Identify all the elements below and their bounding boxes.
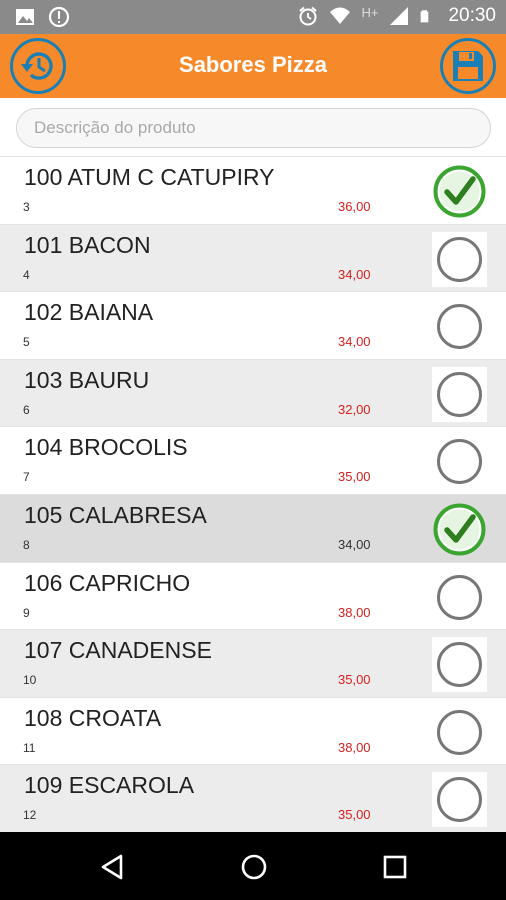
item-price: 38,00 [338, 604, 371, 620]
item-code: 10 [23, 673, 37, 688]
item-price: 38,00 [338, 739, 371, 755]
list-item[interactable]: 104 BROCOLIS 7 35,00 [0, 426, 506, 494]
item-checkbox[interactable] [432, 502, 487, 557]
circle-icon [437, 304, 482, 350]
item-name: 102 BAIANA [24, 299, 154, 326]
alarm-icon [299, 6, 318, 26]
item-checkbox[interactable] [432, 434, 487, 490]
list-item[interactable]: 102 BAIANA 5 34,00 [0, 291, 506, 359]
network-type: H+ [361, 4, 379, 20]
item-code: 11 [23, 740, 36, 755]
item-price: 34,00 [338, 266, 371, 282]
app-bar: Sabores Pizza [0, 34, 506, 98]
item-code: 9 [23, 605, 30, 620]
item-name: 103 BAURU [24, 366, 150, 393]
item-name: 101 BACON [24, 231, 151, 258]
recents-icon[interactable] [380, 852, 410, 882]
search-bar [0, 98, 506, 156]
circle-icon [437, 236, 482, 282]
circle-icon [437, 371, 482, 417]
circle-icon [437, 709, 482, 755]
item-price: 34,00 [338, 334, 371, 350]
status-bar: H+ 20:30 [0, 0, 506, 34]
item-checkbox[interactable] [432, 637, 487, 693]
list-item[interactable]: 101 BACON 4 34,00 [0, 223, 506, 292]
back-icon[interactable] [97, 852, 127, 882]
item-code: 7 [23, 470, 30, 485]
list-item[interactable]: 109 ESCAROLA 12 35,00 [0, 764, 506, 832]
circle-icon [437, 777, 482, 823]
item-checkbox[interactable] [432, 299, 487, 355]
check-icon [433, 165, 486, 218]
list-item[interactable]: 105 CALABRESA 8 34,00 [0, 493, 506, 562]
item-code: 12 [23, 808, 37, 823]
list-item[interactable]: 103 BAURU 6 32,00 [0, 358, 506, 427]
navigation-bar [0, 832, 506, 900]
item-price: 35,00 [338, 807, 371, 823]
circle-icon [437, 642, 482, 688]
clock: 20:30 [448, 5, 496, 26]
list-item[interactable]: 100 ATUM C CATUPIRY 3 36,00 [0, 156, 506, 224]
list-item[interactable]: 106 CAPRICHO 9 38,00 [0, 561, 506, 630]
item-checkbox[interactable] [432, 366, 487, 422]
item-code: 8 [23, 537, 30, 552]
item-price: 36,00 [338, 199, 371, 214]
search-input[interactable] [16, 108, 491, 148]
item-price: 35,00 [338, 672, 371, 688]
wifi-icon [330, 7, 351, 24]
image-icon [16, 9, 34, 25]
home-icon[interactable] [239, 852, 269, 882]
item-name: 108 CROATA [24, 704, 162, 731]
item-checkbox[interactable] [432, 704, 487, 760]
product-list: 100 ATUM C CATUPIRY 3 36,00 101 BACON 4 … [0, 156, 506, 832]
alert-icon [48, 6, 70, 28]
save-button[interactable] [440, 38, 496, 94]
item-checkbox[interactable] [432, 231, 487, 287]
list-item[interactable]: 108 CROATA 11 38,00 [0, 696, 506, 765]
item-price: 32,00 [338, 401, 371, 417]
item-checkbox[interactable] [432, 164, 487, 219]
item-code: 6 [23, 402, 30, 417]
item-checkbox[interactable] [432, 569, 487, 625]
item-checkbox[interactable] [432, 772, 487, 828]
item-name: 100 ATUM C CATUPIRY [24, 164, 275, 190]
item-code: 3 [23, 200, 30, 214]
battery-icon [421, 10, 429, 23]
item-name: 104 BROCOLIS [24, 434, 188, 461]
item-price: 34,00 [338, 536, 371, 552]
circle-icon [437, 439, 482, 485]
item-code: 4 [23, 267, 30, 282]
item-name: 109 ESCAROLA [24, 772, 195, 799]
list-item[interactable]: 107 CANADENSE 10 35,00 [0, 629, 506, 697]
item-name: 107 CANADENSE [24, 637, 212, 664]
item-name: 106 CAPRICHO [24, 569, 191, 596]
save-icon [453, 51, 483, 81]
signal-icon [390, 7, 409, 25]
item-code: 5 [23, 335, 30, 350]
check-icon [433, 503, 486, 556]
page-title: Sabores Pizza [179, 52, 327, 77]
circle-icon [437, 574, 482, 620]
item-price: 35,00 [338, 469, 371, 485]
item-name: 105 CALABRESA [24, 501, 207, 528]
